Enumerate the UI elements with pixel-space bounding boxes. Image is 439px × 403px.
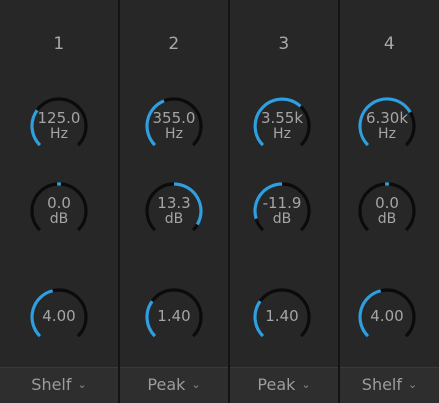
frequency-value: 3.55k (260, 109, 304, 127)
filter-type-select[interactable]: Shelf ⌄ (0, 367, 118, 403)
frequency-knob[interactable]: 355.0 Hz (143, 95, 205, 157)
filter-type-label: Shelf (31, 375, 72, 394)
q-value: 4.00 (42, 307, 76, 325)
frequency-value: 125.0 (37, 109, 81, 127)
filter-type-label: Peak (147, 375, 186, 394)
gain-unit: dB (49, 211, 69, 227)
frequency-knob[interactable]: 6.30k Hz (356, 95, 418, 157)
gain-value: 13.3 (157, 194, 191, 212)
q-knob[interactable]: 1.40 (251, 286, 313, 348)
band-2-strip: 2 355.0 Hz 13.3 dB 1.40 Peak ⌄ (120, 0, 228, 403)
filter-type-label: Shelf (361, 375, 402, 394)
chevron-down-icon: ⌄ (408, 378, 418, 391)
filter-type-label: Peak (257, 375, 296, 394)
gain-value: 0.0 (375, 194, 399, 212)
gain-knob[interactable]: 13.3 dB (143, 180, 205, 242)
frequency-knob[interactable]: 125.0 Hz (28, 95, 90, 157)
frequency-value: 355.0 (152, 109, 196, 127)
frequency-unit: Hz (273, 126, 291, 142)
q-knob[interactable]: 1.40 (143, 286, 205, 348)
frequency-knob[interactable]: 3.55k Hz (251, 95, 313, 157)
q-value: 1.40 (265, 307, 299, 325)
frequency-unit: Hz (165, 126, 183, 142)
band-3-strip: 3 3.55k Hz -11.9 dB 1.40 Peak ⌄ (230, 0, 338, 403)
chevron-down-icon: ⌄ (77, 378, 87, 391)
gain-unit: dB (164, 211, 184, 227)
gain-knob[interactable]: 0.0 dB (356, 180, 418, 242)
band-number: 4 (383, 34, 396, 54)
frequency-unit: Hz (378, 126, 396, 142)
band-number: 1 (53, 34, 65, 54)
chevron-down-icon: ⌄ (191, 378, 201, 391)
filter-type-select[interactable]: Peak ⌄ (230, 367, 338, 403)
filter-type-select[interactable]: Peak ⌄ (120, 367, 228, 403)
gain-unit: dB (272, 211, 292, 227)
band-1-strip: 1 125.0 Hz 0.0 dB 4.00 Shelf ⌄ (0, 0, 118, 403)
gain-knob[interactable]: 0.0 dB (28, 180, 90, 242)
gain-unit: dB (377, 211, 397, 227)
q-knob[interactable]: 4.00 (28, 286, 90, 348)
gain-value: 0.0 (47, 194, 71, 212)
frequency-unit: Hz (50, 126, 68, 142)
q-value: 4.00 (370, 307, 404, 325)
frequency-value: 6.30k (365, 109, 409, 127)
filter-type-select[interactable]: Shelf ⌄ (340, 367, 439, 403)
band-number: 2 (168, 34, 180, 54)
q-value: 1.40 (157, 307, 191, 325)
chevron-down-icon: ⌄ (301, 378, 311, 391)
gain-knob[interactable]: -11.9 dB (251, 180, 313, 242)
band-4-strip: 4 6.30k Hz 0.0 dB 4.00 Shelf ⌄ (340, 0, 439, 403)
eq-panel: 1 125.0 Hz 0.0 dB 4.00 Shelf ⌄ 2 355.0 H… (0, 0, 439, 403)
gain-value: -11.9 (262, 194, 302, 212)
band-number: 3 (278, 34, 290, 54)
q-knob[interactable]: 4.00 (356, 286, 418, 348)
